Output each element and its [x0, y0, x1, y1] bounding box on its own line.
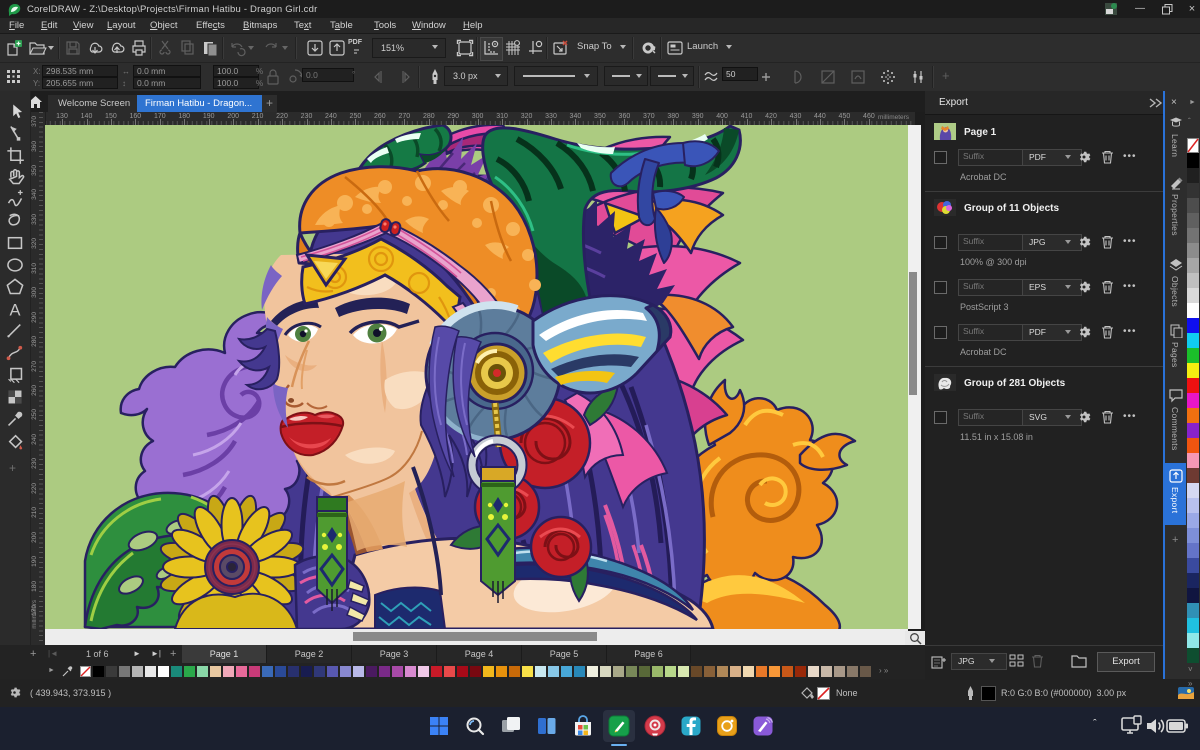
svg-text:A: A	[10, 301, 21, 319]
